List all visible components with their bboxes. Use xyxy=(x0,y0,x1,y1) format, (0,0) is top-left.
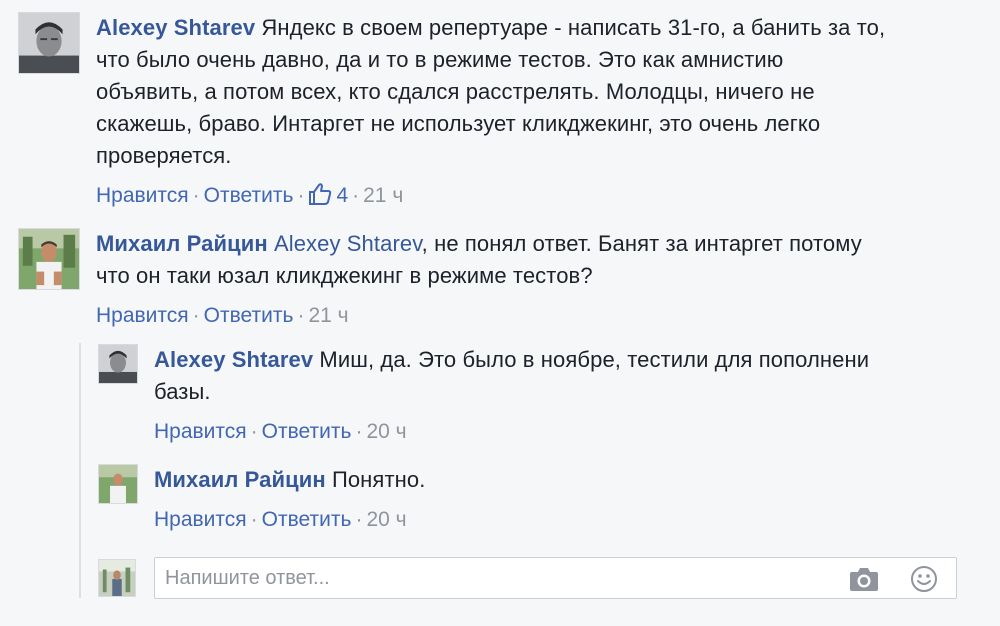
like-count-badge[interactable]: 4 xyxy=(308,183,349,207)
timestamp[interactable]: 20 ч xyxy=(366,508,406,531)
comment-actions: Нравится · Ответить · 21 ч xyxy=(96,302,976,330)
comment-author[interactable]: Alexey Shtarev xyxy=(96,15,255,40)
comment-text-line: что было очень давно, да и то в режиме т… xyxy=(96,47,784,72)
comment-text-line: что он таки юзал кликджекинг в режиме те… xyxy=(96,263,593,288)
reply-input[interactable] xyxy=(165,564,815,592)
separator-dot: · xyxy=(297,304,305,327)
like-link[interactable]: Нравится xyxy=(96,184,189,207)
comment-text-line: базы. xyxy=(154,379,211,404)
comment-text-line: Понятно. xyxy=(331,467,426,492)
mikhail-photo xyxy=(99,465,137,503)
thumbs-up-icon xyxy=(309,183,332,205)
comment-text-line: объявить, а потом всех, кто сдался расст… xyxy=(96,79,815,104)
reply-2: Михаил Райцин Понятно. Нравится · Ответить… xyxy=(98,464,974,534)
avatar-mikhail[interactable] xyxy=(18,228,80,290)
comment-actions: Нравится · Ответить · 20 ч xyxy=(154,506,974,534)
timestamp[interactable]: 21 ч xyxy=(308,304,348,327)
current-user-avatar xyxy=(98,559,136,597)
timestamp[interactable]: 20 ч xyxy=(366,420,406,443)
avatar-mikhail[interactable] xyxy=(98,464,138,504)
separator-dot: · xyxy=(192,184,200,207)
separator-dot: · xyxy=(352,184,360,207)
comment-author[interactable]: Михаил Райцин xyxy=(96,231,268,256)
alexey-photo xyxy=(99,345,137,383)
comment-1: Alexey Shtarev Яндекс в своем репертуаре… xyxy=(18,12,976,210)
avatar-alexey[interactable] xyxy=(18,12,80,74)
reply-link[interactable]: Ответить xyxy=(262,420,352,443)
reply-box xyxy=(154,557,957,599)
separator-dot: · xyxy=(250,420,258,443)
comment-text-line: Яндекс в своем репертуаре - написать 31-… xyxy=(261,15,886,40)
like-link[interactable]: Нравится xyxy=(96,304,189,327)
separator-dot: · xyxy=(355,508,363,531)
smiley-icon[interactable] xyxy=(910,565,938,593)
camera-icon[interactable] xyxy=(849,566,879,592)
comment-actions: Нравится · Ответить · 4 · 21 ч xyxy=(96,182,976,210)
current-user-photo xyxy=(99,560,135,596)
comment-text-line: проверяется. xyxy=(96,143,232,168)
avatar-alexey[interactable] xyxy=(98,344,138,384)
comment-2: Михаил Райцин Alexey Shtarev, не понял о… xyxy=(18,228,976,330)
comment-author[interactable]: Alexey Shtarev xyxy=(154,347,313,372)
reply-composer xyxy=(98,559,136,597)
like-count: 4 xyxy=(336,184,349,207)
mention-link[interactable]: Alexey Shtarev xyxy=(274,231,422,256)
comment-text-line: скажешь, браво. Интаргет не использует к… xyxy=(96,111,821,136)
like-link[interactable]: Нравится xyxy=(154,508,247,531)
timestamp[interactable]: 21 ч xyxy=(363,184,403,207)
separator-dot: · xyxy=(250,508,258,531)
reply-link[interactable]: Ответить xyxy=(262,508,352,531)
reply-thread-line xyxy=(79,343,81,598)
comment-actions: Нравится · Ответить · 20 ч xyxy=(154,418,974,446)
like-link[interactable]: Нравится xyxy=(154,420,247,443)
separator-dot: · xyxy=(297,184,305,207)
alexey-photo xyxy=(19,13,79,73)
separator-dot: · xyxy=(355,420,363,443)
separator-dot: · xyxy=(192,304,200,327)
reply-link[interactable]: Ответить xyxy=(204,304,294,327)
comment-author[interactable]: Михаил Райцин xyxy=(154,467,326,492)
comment-text-line: Миш, да. Это было в ноябре, тестили для … xyxy=(319,347,870,372)
reply-1: Alexey Shtarev Миш, да. Это было в ноябр… xyxy=(98,344,974,446)
reply-link[interactable]: Ответить xyxy=(204,184,294,207)
mikhail-photo xyxy=(19,229,79,289)
comment-text-line: , не понял ответ. Банят за интаргет пото… xyxy=(421,231,862,256)
